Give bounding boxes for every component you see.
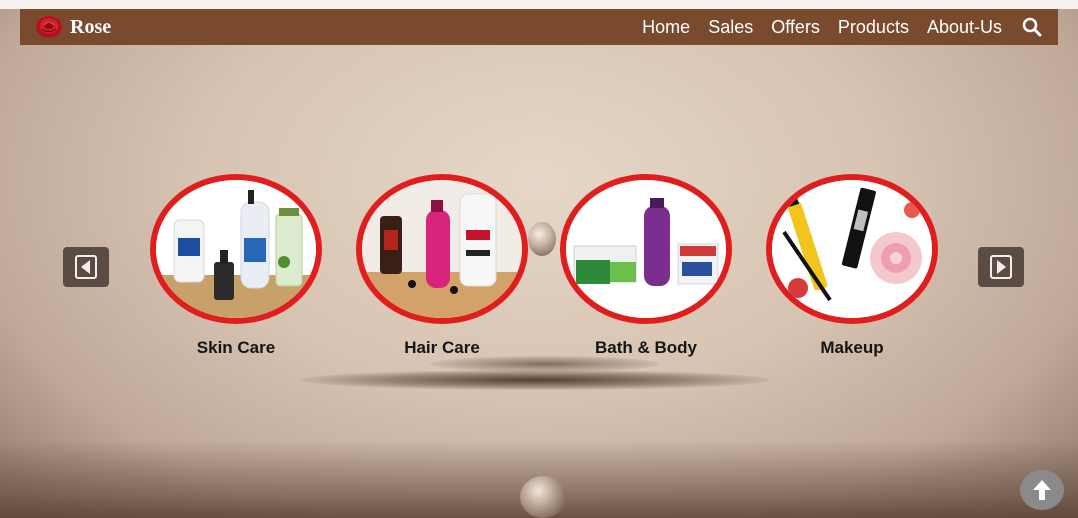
triangle-left-icon [75, 255, 97, 279]
arrow-up-icon [1033, 480, 1051, 500]
nav-about-us[interactable]: About-Us [927, 17, 1002, 38]
carousel-prev-button[interactable] [63, 247, 109, 287]
category-label: Bath & Body [595, 338, 697, 357]
category-skin-care[interactable]: Skin Care [146, 174, 326, 358]
skin-care-products-image [150, 174, 322, 324]
top-strip [0, 0, 1078, 9]
brand[interactable]: Rose [34, 14, 111, 40]
category-label: Hair Care [404, 338, 480, 357]
bath-body-products-image [560, 174, 732, 324]
navbar: Rose Home Sales Offers Products About-Us [20, 9, 1058, 45]
category-label: Skin Care [196, 338, 276, 357]
drop-shadow-decoration [300, 370, 770, 390]
nav-home[interactable]: Home [642, 17, 690, 38]
water-drop-decoration [528, 222, 556, 256]
rose-flower-icon [34, 14, 64, 40]
nav-sales[interactable]: Sales [708, 17, 753, 38]
category-bath-body[interactable]: Bath & Body [556, 174, 736, 358]
hair-care-products-image [356, 174, 528, 324]
category-makeup[interactable]: Makeup [762, 174, 942, 358]
nav-offers[interactable]: Offers [771, 17, 820, 38]
makeup-products-image [766, 174, 938, 324]
category-hair-care[interactable]: Hair Care [352, 174, 532, 358]
search-icon[interactable] [1020, 15, 1044, 39]
brand-name: Rose [70, 15, 112, 38]
nav-products[interactable]: Products [838, 17, 909, 38]
carousel-next-button[interactable] [978, 247, 1024, 287]
category-label: Makeup [820, 338, 884, 357]
triangle-right-icon [990, 255, 1012, 279]
scroll-to-top-button[interactable] [1020, 470, 1064, 510]
nav-links: Home Sales Offers Products About-Us [642, 15, 1044, 39]
water-drop-bottom-decoration [520, 476, 566, 518]
